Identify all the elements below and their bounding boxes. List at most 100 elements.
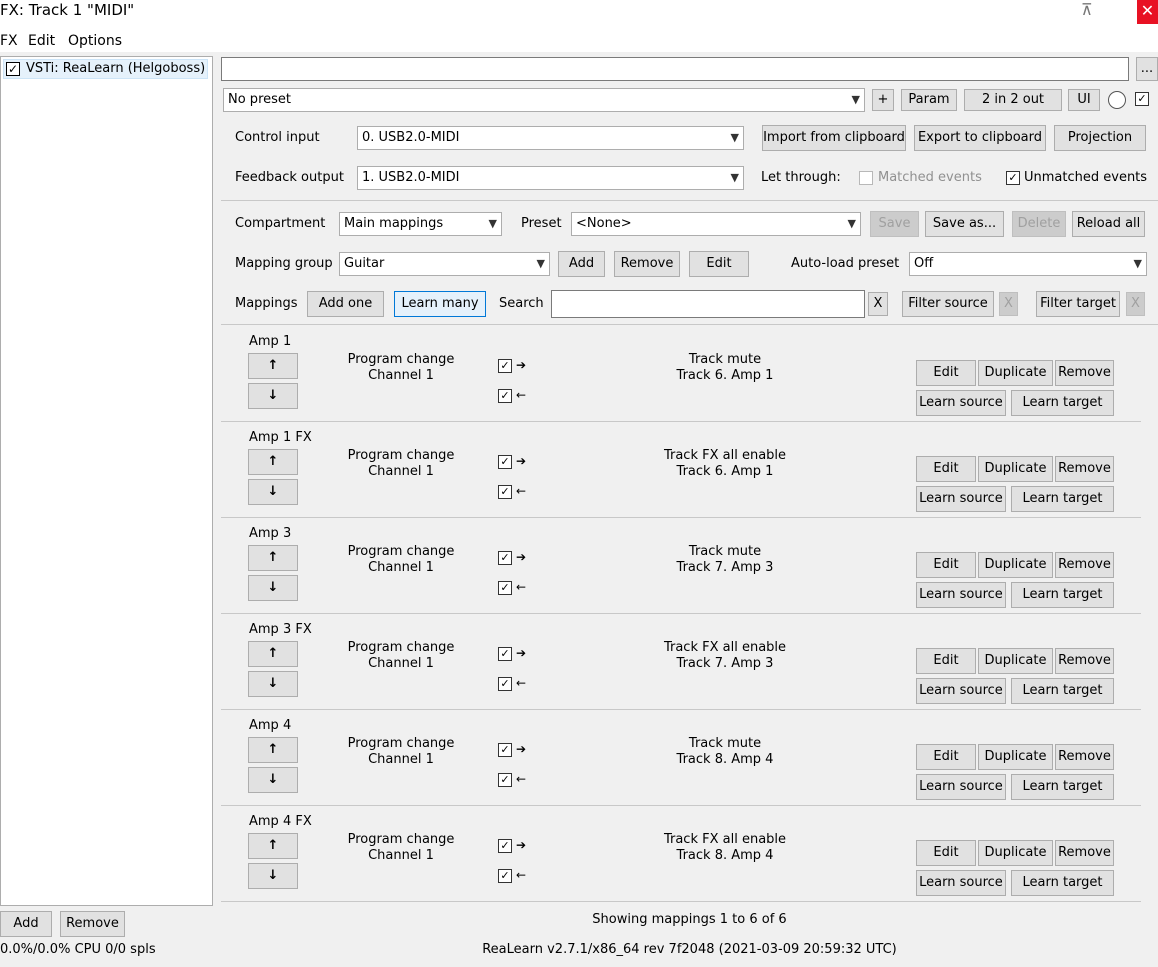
clear-filter-target-button[interactable]: X (1126, 292, 1145, 316)
duplicate-mapping-button[interactable]: Duplicate (978, 744, 1053, 770)
feedback-enabled-checkbox[interactable]: ✓ (498, 581, 512, 595)
move-up-button[interactable]: ↑ (248, 353, 298, 379)
learn-source-button[interactable]: Learn source (916, 582, 1006, 608)
edit-mapping-button[interactable]: Edit (916, 552, 976, 578)
learn-source-button[interactable]: Learn source (916, 774, 1006, 800)
reload-all-button[interactable]: Reload all (1072, 211, 1145, 237)
close-button[interactable]: ✕ (1137, 0, 1158, 24)
feedback-enabled-checkbox[interactable]: ✓ (498, 869, 512, 883)
unmatched-events-checkbox[interactable]: ✓ (1006, 171, 1020, 185)
duplicate-mapping-button[interactable]: Duplicate (978, 840, 1053, 866)
learn-source-button[interactable]: Learn source (916, 870, 1006, 896)
duplicate-mapping-button[interactable]: Duplicate (978, 552, 1053, 578)
clear-search-button[interactable]: X (868, 292, 888, 316)
param-button[interactable]: Param (901, 89, 957, 111)
io-button[interactable]: 2 in 2 out (964, 89, 1062, 111)
learn-source-button[interactable]: Learn source (916, 486, 1006, 512)
remove-mapping-button[interactable]: Remove (1055, 552, 1114, 578)
matched-events-checkbox[interactable] (859, 171, 873, 185)
move-down-button[interactable]: ↓ (248, 863, 298, 889)
remove-mapping-button[interactable]: Remove (1055, 744, 1114, 770)
learn-source-button[interactable]: Learn source (916, 390, 1006, 416)
pin-icon[interactable]: ⊼ (1081, 0, 1093, 19)
control-enabled-checkbox[interactable]: ✓ (498, 359, 512, 373)
fx-enabled-checkbox[interactable]: ✓ (6, 62, 20, 76)
learn-many-button[interactable]: Learn many (394, 291, 486, 317)
move-up-button[interactable]: ↑ (248, 641, 298, 667)
menu-fx[interactable]: FX (0, 33, 18, 49)
preset-select[interactable]: No preset ▼ (223, 88, 865, 112)
remove-mapping-button[interactable]: Remove (1055, 456, 1114, 482)
compartment-preset-select[interactable]: <None> ▼ (571, 212, 861, 236)
learn-target-button[interactable]: Learn target (1011, 774, 1114, 800)
duplicate-mapping-button[interactable]: Duplicate (978, 456, 1053, 482)
move-down-button[interactable]: ↓ (248, 479, 298, 505)
learn-source-button[interactable]: Learn source (916, 678, 1006, 704)
menu-options[interactable]: Options (68, 33, 122, 49)
fx-bypass-checkbox[interactable]: ✓ (1135, 92, 1149, 106)
search-input[interactable] (551, 290, 865, 318)
add-group-button[interactable]: Add (558, 251, 605, 277)
feedback-enabled-checkbox[interactable]: ✓ (498, 485, 512, 499)
add-preset-button[interactable]: + (872, 89, 894, 111)
move-down-button[interactable]: ↓ (248, 671, 298, 697)
export-clipboard-button[interactable]: Export to clipboard (914, 125, 1046, 151)
learn-target-button[interactable]: Learn target (1011, 390, 1114, 416)
add-fx-button[interactable]: Add (0, 911, 52, 937)
remove-mapping-button[interactable]: Remove (1055, 360, 1114, 386)
save-as-button[interactable]: Save as... (925, 211, 1004, 237)
clear-filter-source-button[interactable]: X (999, 292, 1018, 316)
learn-target-button[interactable]: Learn target (1011, 486, 1114, 512)
fx-chain-list[interactable]: ✓ VSTi: ReaLearn (Helgoboss) (0, 56, 213, 906)
feedback-enabled-checkbox[interactable]: ✓ (498, 389, 512, 403)
more-button[interactable]: ... (1136, 57, 1158, 81)
autoload-select[interactable]: Off ▼ (909, 252, 1147, 276)
duplicate-mapping-button[interactable]: Duplicate (978, 360, 1053, 386)
remove-mapping-button[interactable]: Remove (1055, 840, 1114, 866)
feedback-enabled-checkbox[interactable]: ✓ (498, 773, 512, 787)
feedback-enabled-checkbox[interactable]: ✓ (498, 677, 512, 691)
edit-mapping-button[interactable]: Edit (916, 648, 976, 674)
move-down-button[interactable]: ↓ (248, 575, 298, 601)
control-enabled-checkbox[interactable]: ✓ (498, 647, 512, 661)
edit-mapping-button[interactable]: Edit (916, 360, 976, 386)
edit-mapping-button[interactable]: Edit (916, 744, 976, 770)
move-up-button[interactable]: ↑ (248, 833, 298, 859)
move-up-button[interactable]: ↑ (248, 449, 298, 475)
save-preset-button[interactable]: Save (870, 211, 919, 237)
compartment-select[interactable]: Main mappings ▼ (339, 212, 502, 236)
move-up-button[interactable]: ↑ (248, 545, 298, 571)
feedback-output-select[interactable]: 1. USB2.0-MIDI ▼ (357, 166, 744, 190)
import-clipboard-button[interactable]: Import from clipboard (762, 125, 906, 151)
projection-button[interactable]: Projection (1054, 125, 1146, 151)
move-down-button[interactable]: ↓ (248, 383, 298, 409)
mapping-group-select[interactable]: Guitar ▼ (339, 252, 550, 276)
remove-mapping-button[interactable]: Remove (1055, 648, 1114, 674)
move-up-button[interactable]: ↑ (248, 737, 298, 763)
edit-group-button[interactable]: Edit (689, 251, 749, 277)
filter-source-button[interactable]: Filter source (902, 291, 994, 317)
edit-mapping-button[interactable]: Edit (916, 840, 976, 866)
ui-button[interactable]: UI (1068, 89, 1100, 111)
learn-target-button[interactable]: Learn target (1011, 582, 1114, 608)
delete-preset-button[interactable]: Delete (1012, 211, 1066, 237)
control-enabled-checkbox[interactable]: ✓ (498, 551, 512, 565)
control-enabled-checkbox[interactable]: ✓ (498, 743, 512, 757)
add-one-button[interactable]: Add one (307, 291, 384, 317)
learn-target-button[interactable]: Learn target (1011, 678, 1114, 704)
remove-fx-button[interactable]: Remove (60, 911, 125, 937)
filter-target-button[interactable]: Filter target (1036, 291, 1120, 317)
menu-edit[interactable]: Edit (28, 33, 55, 49)
edit-mapping-button[interactable]: Edit (916, 456, 976, 482)
control-enabled-checkbox[interactable]: ✓ (498, 455, 512, 469)
wet-knob-icon[interactable] (1108, 91, 1126, 109)
move-down-button[interactable]: ↓ (248, 767, 298, 793)
learn-target-button[interactable]: Learn target (1011, 870, 1114, 896)
arrow-left-icon: ← (516, 388, 527, 402)
control-input-select[interactable]: 0. USB2.0-MIDI ▼ (357, 126, 744, 150)
control-enabled-checkbox[interactable]: ✓ (498, 839, 512, 853)
duplicate-mapping-button[interactable]: Duplicate (978, 648, 1053, 674)
remove-group-button[interactable]: Remove (614, 251, 680, 277)
fx-list-item[interactable]: ✓ VSTi: ReaLearn (Helgoboss) (3, 59, 208, 79)
fx-param-input[interactable] (221, 57, 1129, 81)
